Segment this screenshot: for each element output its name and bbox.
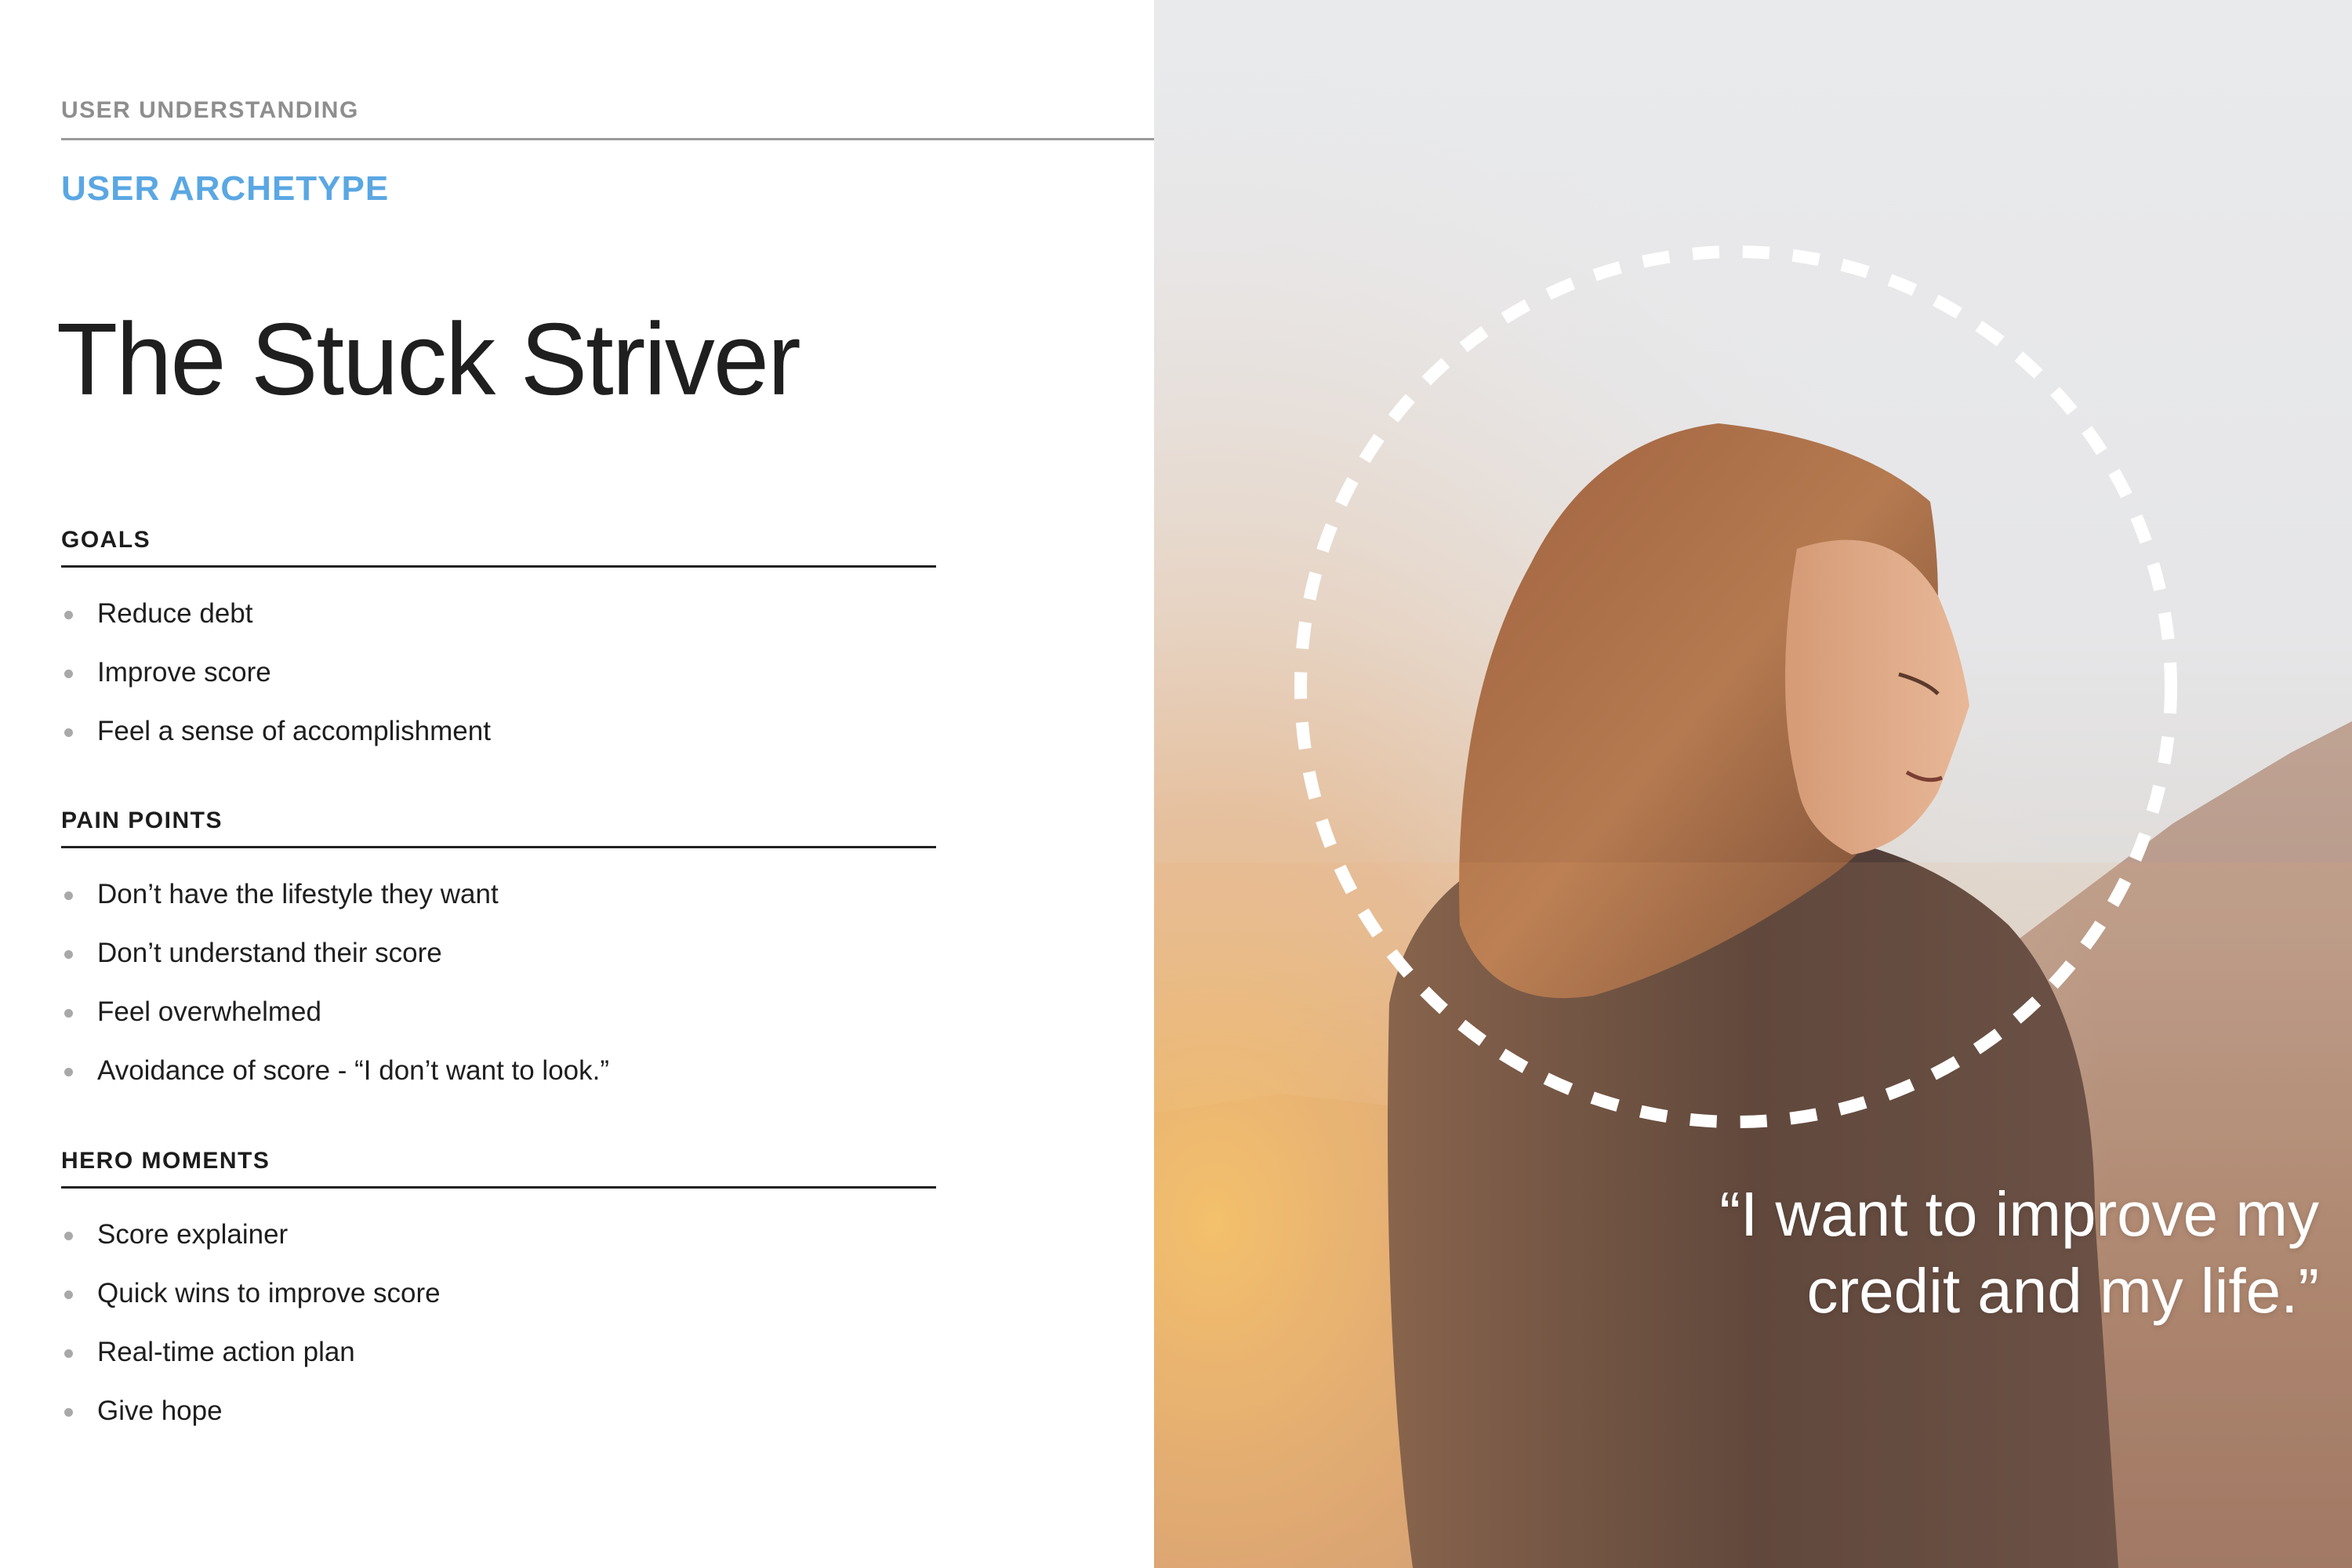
list-item-text: Improve score [97,657,271,688]
goals-heading: GOALS [61,527,151,553]
list-item-text: Feel a sense of accomplishment [97,716,491,746]
list-item-text: Quick wins to improve score [97,1278,441,1308]
bullet-icon [64,1290,73,1299]
pain-points-heading: PAIN POINTS [61,808,223,833]
goals-divider [61,565,936,568]
bullet-icon [64,1068,73,1076]
list-item: Feel overwhelmed [61,994,609,1053]
page-subtitle: USER ARCHETYPE [61,169,390,208]
list-item-text: Don’t understand their score [97,938,442,968]
list-item: Feel a sense of accomplishment [61,713,491,772]
pain-points-list: Don’t have the lifestyle they want Don’t… [61,877,609,1112]
bullet-icon [64,670,73,678]
hero-moments-heading: HERO MOMENTS [61,1148,270,1174]
bullet-icon [64,950,73,959]
bullet-icon [64,1232,73,1240]
quote-line-1: “I want to improve my [1719,1179,2319,1249]
list-item: Reduce debt [61,596,491,655]
list-item: Improve score [61,655,491,713]
bullet-icon [64,1408,73,1417]
list-item-text: Reduce debt [97,598,253,629]
bullet-icon [64,891,73,900]
list-item: Score explainer [61,1217,441,1276]
bullet-icon [64,728,73,737]
list-item-text: Feel overwhelmed [97,996,321,1027]
content-panel: USER UNDERSTANDING USER ARCHETYPE The St… [0,0,1154,1568]
list-item: Don’t have the lifestyle they want [61,877,609,935]
list-item: Real-time action plan [61,1334,441,1393]
page-title: The Stuck Striver [56,302,801,417]
bullet-icon [64,611,73,619]
hero-moments-divider [61,1186,936,1189]
list-item: Quick wins to improve score [61,1276,441,1334]
persona-quote: “I want to improve my credit and my life… [1613,1176,2319,1330]
list-item-text: Give hope [97,1396,223,1426]
quote-line-2: credit and my life.” [1806,1256,2319,1326]
bullet-icon [64,1349,73,1358]
list-item: Don’t understand their score [61,935,609,994]
persona-photo: “I want to improve my credit and my life… [1154,0,2352,1568]
pain-points-divider [61,846,936,848]
list-item-text: Score explainer [97,1219,289,1250]
list-item: Avoidance of score - “I don’t want to lo… [61,1053,609,1112]
photo-illustration [1154,0,2352,1568]
header-divider [61,138,1154,140]
bullet-icon [64,1009,73,1018]
hero-moments-list: Score explainer Quick wins to improve sc… [61,1217,441,1452]
goals-list: Reduce debt Improve score Feel a sense o… [61,596,491,772]
list-item-text: Don’t have the lifestyle they want [97,879,499,909]
section-eyebrow: USER UNDERSTANDING [61,97,359,123]
list-item-text: Real-time action plan [97,1337,355,1367]
list-item-text: Avoidance of score - “I don’t want to lo… [97,1055,610,1086]
list-item: Give hope [61,1393,441,1452]
